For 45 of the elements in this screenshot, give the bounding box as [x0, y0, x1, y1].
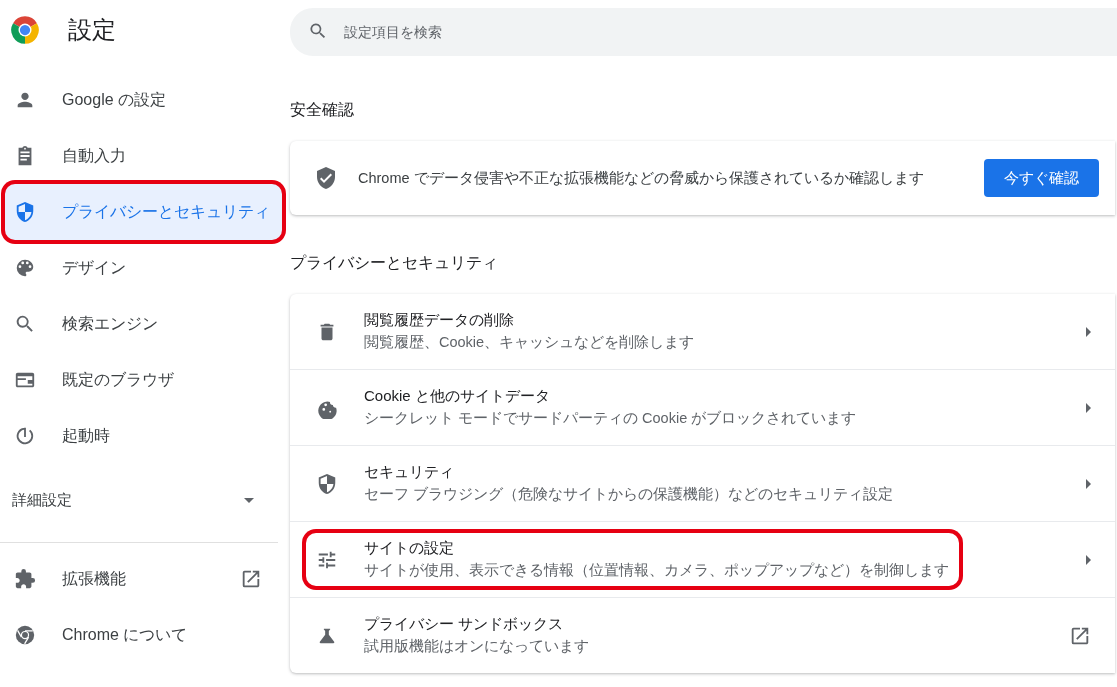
row-title: Cookie と他のサイトデータ	[364, 387, 551, 406]
section-heading: プライバシーとセキュリティ	[290, 253, 499, 273]
row-title: 閲覧履歴データの削除	[364, 311, 515, 330]
chevron-right-icon	[1086, 478, 1091, 489]
sidebar-item[interactable]: デザイン	[0, 240, 282, 296]
search-icon	[308, 21, 328, 41]
sidebar-item[interactable]: 拡張機能	[0, 551, 282, 607]
circle-logo-icon	[14, 624, 36, 646]
settings-row[interactable]: セキュリティ セーフ ブラウジング（危険なサイトからの保護機能）などのセキュリティ設定	[290, 445, 1115, 521]
power-icon	[14, 425, 36, 447]
chevron-right-icon	[1086, 326, 1091, 337]
shield-icon	[316, 472, 338, 495]
settings-row[interactable]: 閲覧履歴データの削除 閲覧履歴、Cookie、キャッシュなどを削除します	[290, 294, 1115, 369]
safety-check-text: Chrome でデータ侵害や不正な拡張機能などの脅威から保護されているか確認します	[358, 168, 925, 188]
sidebar-item[interactable]: 既定のブラウザ	[0, 352, 282, 408]
row-title: セキュリティ	[364, 463, 455, 482]
chrome-logo-icon	[10, 15, 40, 45]
external-link-icon	[240, 568, 262, 590]
shield-check-icon	[314, 166, 338, 190]
chevron-right-icon	[1086, 402, 1091, 413]
advanced-settings-toggle[interactable]: 詳細設定	[0, 470, 282, 530]
page-title: 設定	[68, 15, 116, 45]
palette-icon	[14, 257, 36, 279]
settings-row[interactable]: サイトの設定 サイトが使用、表示できる情報（位置情報、カメラ、ポップアップなど）を制御します	[290, 521, 1115, 597]
sidebar-item[interactable]: Chrome について	[0, 607, 282, 663]
row-subtitle: シークレット モードでサードパーティの Cookie がブロックされています	[364, 409, 857, 428]
sidebar-item[interactable]: 起動時	[0, 408, 282, 464]
row-subtitle: セーフ ブラウジング（危険なサイトからの保護機能）などのセキュリティ設定	[364, 485, 894, 504]
check-now-button[interactable]: 今すぐ確認	[984, 159, 1099, 197]
search-field[interactable]: 設定項目を検索	[290, 8, 1117, 56]
settings-row[interactable]: プライバシー サンドボックス 試用版機能はオンになっています	[290, 597, 1115, 673]
section-heading: 安全確認	[290, 100, 355, 120]
row-subtitle: 閲覧履歴、Cookie、キャッシュなどを削除します	[364, 333, 695, 352]
puzzle-icon	[14, 568, 36, 590]
sidebar-item[interactable]: Google の設定	[0, 72, 282, 128]
row-subtitle: 試用版機能はオンになっています	[364, 637, 589, 656]
settings-row[interactable]: Cookie と他のサイトデータ シークレット モードでサードパーティの Cookie がブロックされています	[290, 369, 1115, 445]
shield-icon	[14, 201, 36, 223]
chevron-right-icon	[1086, 554, 1091, 565]
search-icon	[14, 313, 36, 335]
sidebar-item[interactable]: 自動入力	[0, 128, 282, 184]
row-subtitle: サイトが使用、表示できる情報（位置情報、カメラ、ポップアップなど）を制御します	[364, 561, 949, 580]
sidebar-item[interactable]: 検索エンジン	[0, 296, 282, 352]
row-title: プライバシー サンドボックス	[364, 615, 565, 634]
row-title: サイトの設定	[364, 539, 455, 558]
